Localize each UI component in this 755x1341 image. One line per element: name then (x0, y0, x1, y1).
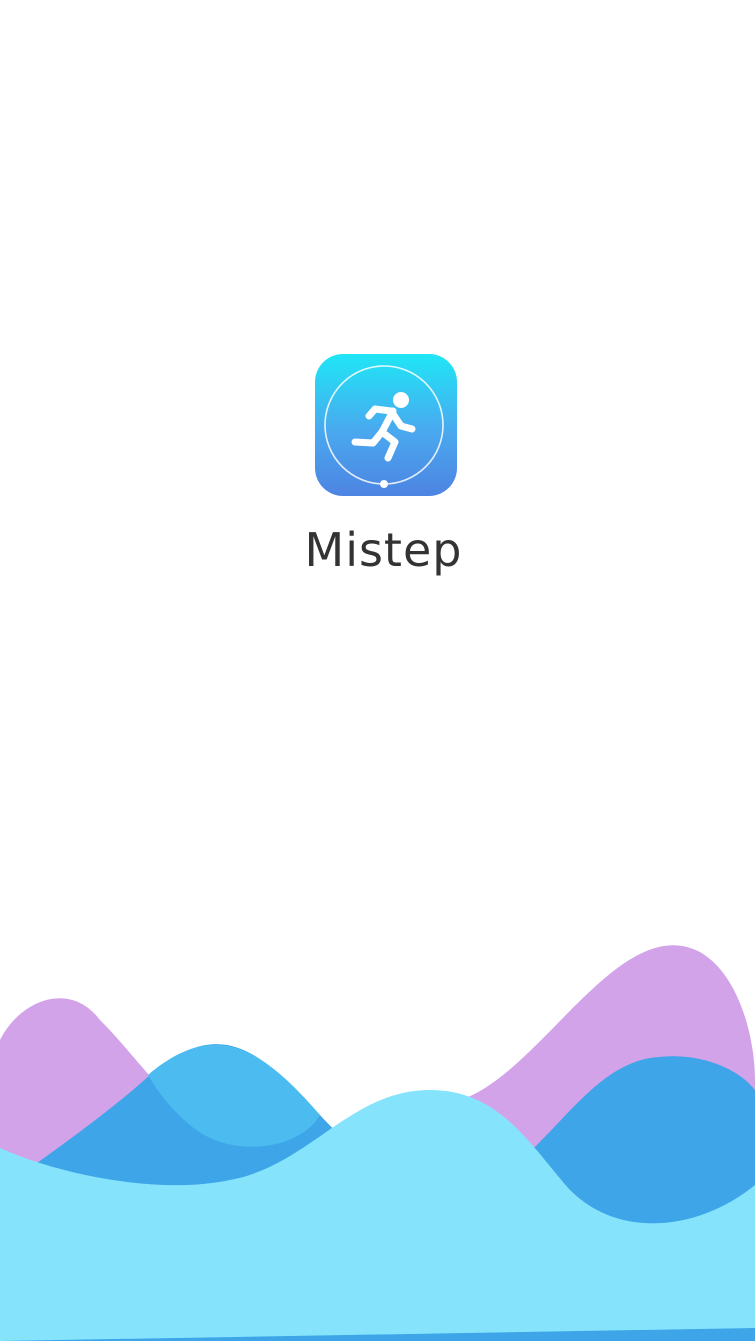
app-name: Mistep (304, 523, 463, 577)
splash-screen: Mistep (0, 0, 755, 1341)
decorative-waves (0, 945, 755, 1341)
app-logo (315, 354, 457, 496)
running-person-icon (324, 365, 444, 488)
